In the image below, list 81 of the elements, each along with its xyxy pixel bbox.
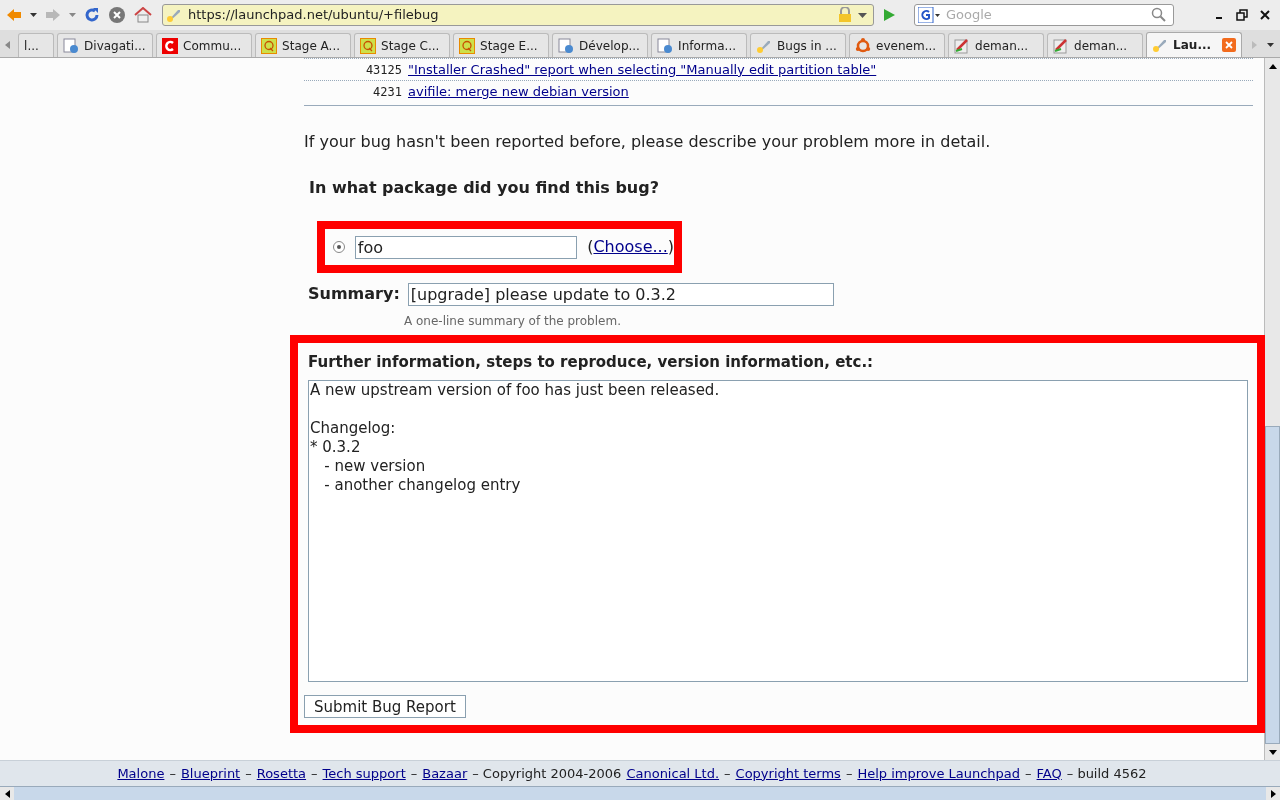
up-arrow-icon[interactable] [1268, 63, 1277, 69]
footer-link[interactable]: Bazaar [422, 763, 468, 784]
go-icon[interactable] [882, 8, 896, 22]
package-question: In what package did you find this bug? [309, 177, 660, 199]
footer-text: – [724, 764, 731, 783]
down-arrow-icon[interactable] [1268, 749, 1277, 755]
page-icon [63, 37, 80, 54]
browser-tab[interactable]: Divagati... [57, 33, 154, 57]
stop-icon[interactable] [108, 6, 126, 24]
bug-number: 43125 [364, 61, 402, 79]
footer-text: – build 4562 [1066, 764, 1147, 783]
further-info-textarea[interactable]: A new upstream version of foo has just been released. Changelog: * 0.3.2 - new version - another changelog entry [308, 379, 1248, 682]
summary-field[interactable]: [upgrade] please update to 0.3.2 [407, 282, 834, 306]
q-logo-icon [459, 37, 476, 54]
browser-tab[interactable]: Informa... [651, 33, 748, 57]
right-arrow-icon[interactable] [1270, 789, 1276, 798]
browser-tab[interactable]: l... [18, 33, 55, 57]
paren-text: ( [587, 237, 594, 256]
browser-tab[interactable]: Commu... [156, 33, 253, 57]
browser-tab[interactable]: Stage C... [354, 33, 451, 57]
search-icon[interactable] [1151, 7, 1167, 23]
bug-number: 4231 [372, 84, 402, 101]
restore-icon[interactable] [1236, 9, 1248, 21]
reload-icon[interactable] [84, 7, 100, 23]
horizontal-scrollbar[interactable] [0, 786, 1280, 800]
footer-link[interactable]: Malone [117, 763, 165, 784]
browser-tab[interactable]: deman... [948, 33, 1045, 57]
close-tab-icon[interactable] [1222, 38, 1237, 52]
footer-link[interactable]: Blueprint [180, 763, 241, 784]
footer-link[interactable]: FAQ [1036, 763, 1062, 784]
footer-link[interactable]: Tech support [322, 763, 406, 784]
package-field[interactable]: foo [354, 235, 578, 259]
lock-icon [838, 7, 852, 23]
footer-link[interactable]: Canonical Ltd. [626, 763, 720, 784]
q-logo-icon [360, 37, 377, 54]
footer-link[interactable]: Copyright terms [735, 763, 841, 784]
summary-hint: A one-line summary of the problem. [404, 313, 622, 330]
scrollbar-thumb[interactable] [1265, 426, 1280, 744]
submit-button[interactable]: Submit Bug Report [304, 694, 466, 718]
footer-text: – [845, 764, 853, 783]
paren-text: ) [667, 237, 674, 256]
page-icon [558, 37, 575, 54]
home-icon[interactable] [134, 7, 152, 23]
intro-text: If your bug hasn't been reported before, please describe your problem more in detail. [304, 131, 992, 153]
q-logo-icon [261, 37, 278, 54]
choose-link[interactable]: Choose... [593, 237, 668, 256]
caret-icon[interactable] [30, 13, 37, 17]
ubuntu-logo-icon [855, 37, 872, 54]
browser-tab[interactable]: evenem... [849, 33, 946, 57]
further-info-label: Further information, steps to reproduce, version information, etc.: [308, 352, 875, 373]
google-icon[interactable] [918, 7, 942, 23]
left-arrow-icon[interactable] [4, 789, 10, 798]
caret-icon[interactable] [1267, 43, 1274, 47]
browser-tab[interactable]: Lau... [1146, 32, 1243, 57]
search-placeholder: Google [946, 6, 993, 25]
bug-link[interactable]: "Installer Crashed" report when selecting "Manually edit partition table" [408, 59, 877, 80]
browser-tab[interactable]: Stage E... [453, 33, 550, 57]
footer-link[interactable]: Rosetta [256, 763, 307, 784]
footer-text: – [1025, 764, 1032, 783]
footer-text: – [169, 764, 176, 783]
browser-tab[interactable]: Bugs in ... [750, 33, 847, 57]
footer-text: – [245, 764, 252, 783]
footer-text: – [410, 764, 418, 783]
browser-tab[interactable]: Dévelop... [552, 33, 649, 57]
summary-label: Summary: [308, 283, 400, 305]
url-text: https://launchpad.net/ubuntu/+filebug [188, 6, 440, 25]
close-icon[interactable] [1260, 10, 1270, 20]
c-logo-icon [162, 37, 179, 54]
page-icon [657, 37, 674, 54]
browser-tab[interactable]: Stage A... [255, 33, 352, 57]
bug-link[interactable]: avifile: merge new debian version [408, 82, 629, 102]
edit-page-icon [954, 37, 971, 54]
footer-link[interactable]: Help improve Launchpad [857, 763, 1021, 784]
dropdown-icon[interactable] [858, 12, 867, 18]
footer-text: – [311, 764, 318, 783]
vertical-scrollbar[interactable] [1264, 58, 1280, 760]
footer-text: – Copyright 2004-2006 [472, 764, 622, 783]
browser-tab[interactable]: deman... [1047, 33, 1144, 57]
address-bar[interactable]: https://launchpad.net/ubuntu/+filebug [162, 4, 874, 26]
radio-button[interactable] [333, 241, 345, 253]
edit-page-icon [1053, 37, 1070, 54]
